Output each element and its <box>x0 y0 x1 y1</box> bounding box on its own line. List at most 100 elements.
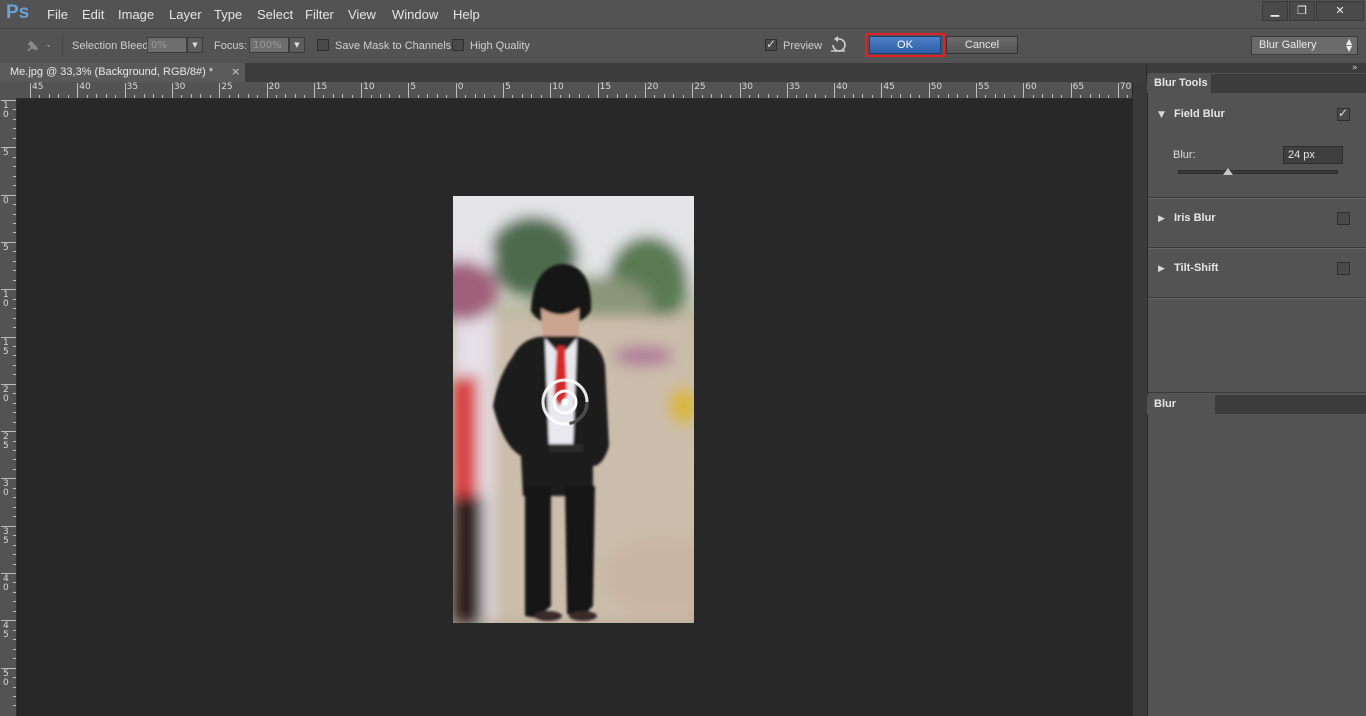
ruler-major-tick <box>1023 83 1025 98</box>
blur-amount-slider-thumb[interactable] <box>1222 168 1233 175</box>
ruler-label: 5 <box>410 82 417 92</box>
high-quality-label: High Quality <box>470 40 530 52</box>
workspace-dropdown[interactable]: Blur Gallery ▲ ▼ <box>1251 36 1358 55</box>
ruler-minor-tick <box>13 686 16 688</box>
pin-tool-icon[interactable] <box>22 36 54 56</box>
ruler-label: 5 <box>505 82 511 92</box>
selection-bleed-input[interactable]: 0% <box>147 37 187 53</box>
save-mask-checkbox[interactable] <box>317 39 329 51</box>
ruler-minor-tick <box>13 175 16 177</box>
document-image[interactable] <box>453 196 694 623</box>
ruler-minor-tick <box>436 94 438 98</box>
ruler-minor-tick <box>531 94 533 98</box>
menu-image[interactable]: Image <box>118 7 154 22</box>
iris-blur-expand-icon[interactable]: ▶ <box>1158 214 1165 224</box>
ruler-label: 40 <box>836 82 848 92</box>
ruler-label: 10 <box>3 101 9 120</box>
blur-tools-tab[interactable]: Blur Tools <box>1147 74 1211 93</box>
menu-view[interactable]: View <box>348 7 376 22</box>
minimize-button[interactable]: ▁ <box>1262 1 1288 21</box>
ruler-minor-tick <box>1108 95 1110 98</box>
menu-select[interactable]: Select <box>257 7 293 22</box>
blur-pin-icon[interactable] <box>565 402 566 403</box>
ruler-minor-tick <box>48 94 50 98</box>
ruler-label: 5 <box>3 148 9 159</box>
collapse-panels-icon[interactable]: » <box>1352 63 1358 73</box>
ruler-minor-tick <box>13 345 16 347</box>
ruler-major-tick <box>1070 83 1072 98</box>
close-tab-icon[interactable]: × <box>231 65 240 78</box>
ruler-minor-tick <box>13 251 16 253</box>
blur-amount-slider-track[interactable] <box>1178 168 1338 175</box>
ruler-minor-tick <box>493 95 495 98</box>
field-blur-expand-icon[interactable]: ▼ <box>1158 110 1165 120</box>
section-divider-highlight <box>1148 298 1366 299</box>
ruler-label: 30 <box>741 82 753 92</box>
ruler-label: 40 <box>3 574 9 593</box>
field-blur-checkbox[interactable] <box>1337 106 1350 121</box>
ruler-minor-tick <box>947 94 949 98</box>
canvas-vertical-scrollbar[interactable] <box>1132 82 1147 716</box>
ruler-minor-tick <box>285 94 287 98</box>
blur-effects-tab[interactable]: Blur Effects <box>1147 395 1215 429</box>
ruler-label: 45 <box>3 621 9 641</box>
ruler-minor-tick <box>966 95 968 98</box>
ruler-label: 0 <box>3 195 9 206</box>
ruler-label: 40 <box>79 82 91 92</box>
ruler-minor-tick <box>275 95 277 98</box>
ruler-label: 30 <box>3 479 9 499</box>
section-divider-highlight <box>1148 198 1366 199</box>
focus-dropdown[interactable]: ▼ <box>289 37 305 53</box>
menu-layer[interactable]: Layer <box>169 7 202 22</box>
ruler-minor-tick <box>1080 95 1082 98</box>
menu-type[interactable]: Type <box>214 7 242 22</box>
focus-input[interactable]: 100% <box>249 37 289 53</box>
ruler-minor-tick <box>398 95 400 98</box>
menu-file[interactable]: File <box>47 7 68 22</box>
blur-tools-tabbar: Blur Tools <box>1147 74 1366 93</box>
menu-edit[interactable]: Edit <box>82 7 104 22</box>
blur-amount-input[interactable]: 24 px <box>1283 146 1343 164</box>
ruler-minor-tick <box>701 95 703 98</box>
ruler-minor-tick <box>1051 94 1053 98</box>
ruler-minor-tick <box>13 516 16 518</box>
ruler-minor-tick <box>957 94 959 98</box>
ruler-minor-tick <box>521 94 523 98</box>
cancel-button[interactable]: Cancel <box>946 36 1018 54</box>
ok-button[interactable]: OK <box>869 36 941 54</box>
ruler-minor-tick <box>569 94 571 98</box>
ruler-minor-tick <box>730 95 732 98</box>
ruler-minor-tick <box>616 94 618 98</box>
ruler-minor-tick <box>13 374 16 376</box>
iris-blur-checkbox[interactable] <box>1337 212 1350 225</box>
ruler-minor-tick <box>13 327 16 329</box>
options-bar: Selection Bleed: 0% ▼ Focus: 100% ▼ Save… <box>0 28 1366 64</box>
blur-amount-value: 24 px <box>1288 149 1315 161</box>
ruler-major-tick <box>219 83 221 98</box>
ruler-minor-tick <box>1004 94 1006 98</box>
ruler-minor-tick <box>67 95 69 98</box>
photoshop-logo: Ps <box>6 2 30 23</box>
high-quality-checkbox[interactable] <box>452 39 464 51</box>
ruler-minor-tick <box>1098 94 1100 98</box>
ruler-minor-tick <box>200 94 202 98</box>
ruler-minor-tick <box>777 95 779 98</box>
close-window-button[interactable]: ✕ <box>1316 1 1364 21</box>
restore-button[interactable]: ❐ <box>1289 1 1315 21</box>
preview-checkbox[interactable] <box>765 37 777 51</box>
ruler-major-tick <box>30 83 31 98</box>
tilt-shift-checkbox[interactable] <box>1337 262 1350 275</box>
menu-window[interactable]: Window <box>392 7 438 22</box>
document-tab[interactable]: Me.jpg @ 33,3% (Background, RGB/8#) * × <box>0 63 245 82</box>
menu-help[interactable]: Help <box>453 7 480 22</box>
ruler-minor-tick <box>13 658 16 660</box>
ruler-label: 20 <box>646 82 659 92</box>
ruler-minor-tick <box>871 95 873 98</box>
ruler-minor-tick <box>635 95 637 98</box>
ruler-minor-tick <box>909 94 911 98</box>
tilt-shift-expand-icon[interactable]: ▶ <box>1158 264 1165 274</box>
selection-bleed-dropdown[interactable]: ▼ <box>187 37 203 53</box>
reset-undo-icon[interactable] <box>828 36 848 54</box>
ruler-minor-tick <box>1089 94 1091 98</box>
menu-filter[interactable]: Filter <box>305 7 334 22</box>
